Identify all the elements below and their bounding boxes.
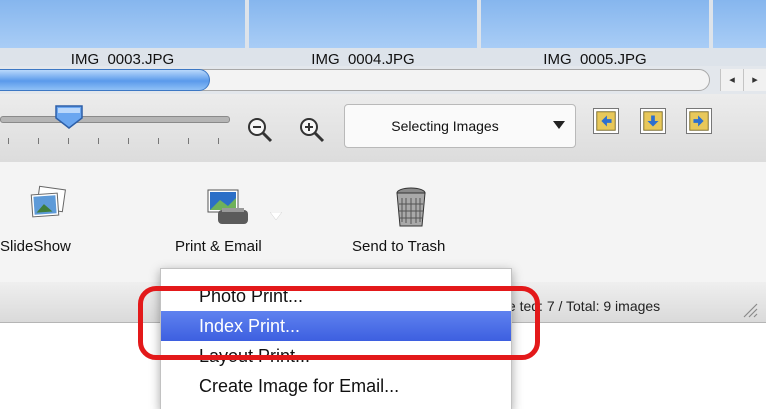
slider-tick xyxy=(68,138,69,144)
send-to-trash-button-label[interactable]: Send to Trash xyxy=(352,238,445,255)
app-window: IMG_0003.JPG IMG_0004.JPG IMG_0005.JPG ◂… xyxy=(0,0,766,409)
thumbnail-image[interactable] xyxy=(249,0,477,48)
scroll-left-button[interactable]: ◂ xyxy=(720,69,743,91)
dropdown-caret-icon[interactable] xyxy=(270,212,282,220)
arrow-left-icon[interactable] xyxy=(593,108,619,134)
thumbnail-image[interactable] xyxy=(481,0,709,48)
zoom-in-icon[interactable] xyxy=(298,116,326,144)
chevron-down-icon xyxy=(553,121,565,129)
mode-select[interactable]: Selecting Images xyxy=(344,104,576,148)
slideshow-icon[interactable] xyxy=(24,184,70,230)
thumbnail-strip: IMG_0003.JPG IMG_0004.JPG IMG_0005.JPG xyxy=(0,0,766,76)
slider-tick xyxy=(158,138,159,144)
horizontal-scrollbar[interactable]: ◂ ▸ xyxy=(0,66,766,94)
menu-item-create-image-for-email[interactable]: Create Image for Email... xyxy=(161,371,511,401)
print-email-button-label[interactable]: Print & Email xyxy=(175,238,262,255)
zoom-slider-track[interactable] xyxy=(0,116,230,123)
slider-tick xyxy=(218,138,219,144)
highlight-annotation xyxy=(138,286,540,360)
arrow-down-icon[interactable] xyxy=(640,108,666,134)
zoom-out-icon[interactable] xyxy=(246,116,274,144)
thumbnail-image[interactable] xyxy=(0,0,245,48)
print-email-icon[interactable] xyxy=(204,184,250,230)
zoom-slider-knob[interactable] xyxy=(54,104,84,130)
slider-tick xyxy=(188,138,189,144)
arrow-right-icon[interactable] xyxy=(686,108,712,134)
mode-select-value: Selecting Images xyxy=(391,118,499,134)
controls-toolbar: Selecting Images xyxy=(0,94,766,163)
thumbnail-image[interactable] xyxy=(713,0,766,48)
slider-tick xyxy=(8,138,9,144)
slider-tick xyxy=(98,138,99,144)
task-toolbar: SlideShow Print & Email Send to Trash xyxy=(0,162,766,283)
resize-grip-icon[interactable] xyxy=(740,300,758,318)
slideshow-button-label[interactable]: SlideShow xyxy=(0,238,71,255)
slider-tick xyxy=(128,138,129,144)
trash-icon[interactable] xyxy=(388,184,434,230)
slider-tick xyxy=(38,138,39,144)
scrollbar-thumb[interactable] xyxy=(0,69,210,91)
scroll-right-button[interactable]: ▸ xyxy=(743,69,766,91)
